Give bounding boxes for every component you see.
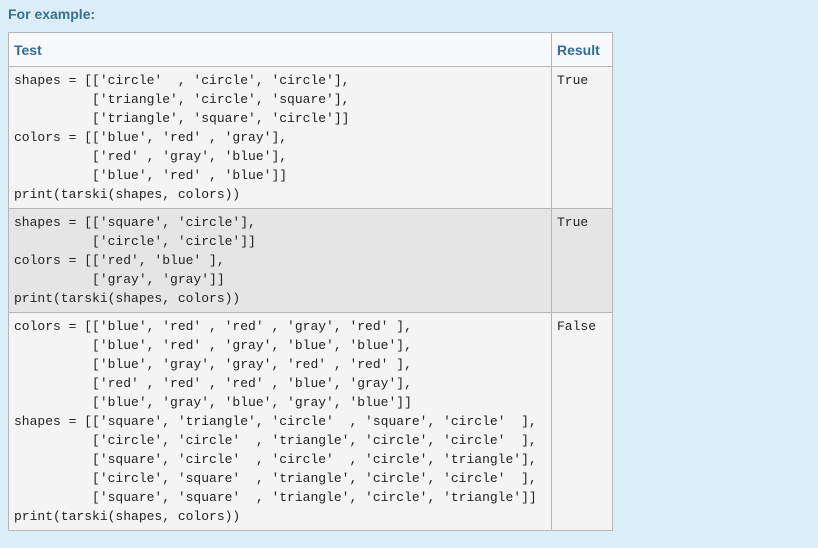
result-cell: True: [551, 208, 613, 313]
code-line: ['circle', 'square' , 'triangle', 'circl…: [14, 471, 537, 486]
code-line: ['circle', 'circle' , 'triangle', 'circl…: [14, 433, 537, 448]
code-line: ['circle', 'circle']]: [14, 234, 256, 249]
code-line: ['blue', 'gray', 'gray', 'red' , 'red' ]…: [14, 357, 412, 372]
code-line: print(tarski(shapes, colors)): [14, 187, 241, 202]
code-line: print(tarski(shapes, colors)): [14, 509, 241, 524]
column-header-test: Test: [8, 32, 552, 67]
section-heading: For example:: [8, 6, 96, 22]
table-row: shapes = [['circle' , 'circle', 'circle'…: [8, 66, 613, 209]
code-line: ['square', 'circle' , 'circle' , 'circle…: [14, 452, 537, 467]
test-code-cell: colors = [['blue', 'red' , 'red' , 'gray…: [8, 312, 552, 531]
code-line: shapes = [['circle' , 'circle', 'circle'…: [14, 73, 350, 88]
code-line: shapes = [['square', 'triangle', 'circle…: [14, 414, 537, 429]
code-line: colors = [['blue', 'red' , 'red' , 'gray…: [14, 319, 412, 334]
table-row: shapes = [['square', 'circle'], ['circle…: [8, 208, 613, 313]
code-line: ['blue', 'gray', 'blue', 'gray', 'blue']…: [14, 395, 412, 410]
code-line: ['red' , 'gray', 'blue'],: [14, 149, 288, 164]
test-code-cell: shapes = [['square', 'circle'], ['circle…: [8, 208, 552, 313]
examples-table: Test Result shapes = [['circle' , 'circl…: [8, 32, 613, 531]
column-header-result: Result: [551, 32, 613, 67]
code-line: colors = [['blue', 'red' , 'gray'],: [14, 130, 288, 145]
code-line: ['triangle', 'circle', 'square'],: [14, 92, 350, 107]
table-header-row: Test Result: [8, 32, 613, 67]
code-line: ['red' , 'red' , 'red' , 'blue', 'gray']…: [14, 376, 412, 391]
result-cell: False: [551, 312, 613, 531]
result-cell: True: [551, 66, 613, 209]
code-line: ['blue', 'red' , 'blue']]: [14, 168, 288, 183]
code-line: ['gray', 'gray']]: [14, 272, 225, 287]
code-line: print(tarski(shapes, colors)): [14, 291, 241, 306]
code-line: ['square', 'square' , 'triangle', 'circl…: [14, 490, 537, 505]
test-code-cell: shapes = [['circle' , 'circle', 'circle'…: [8, 66, 552, 209]
code-line: shapes = [['square', 'circle'],: [14, 215, 256, 230]
code-line: ['triangle', 'square', 'circle']]: [14, 111, 350, 126]
code-line: ['blue', 'red' , 'gray', 'blue', 'blue']…: [14, 338, 412, 353]
code-line: colors = [['red', 'blue' ],: [14, 253, 225, 268]
table-row: colors = [['blue', 'red' , 'red' , 'gray…: [8, 312, 613, 531]
